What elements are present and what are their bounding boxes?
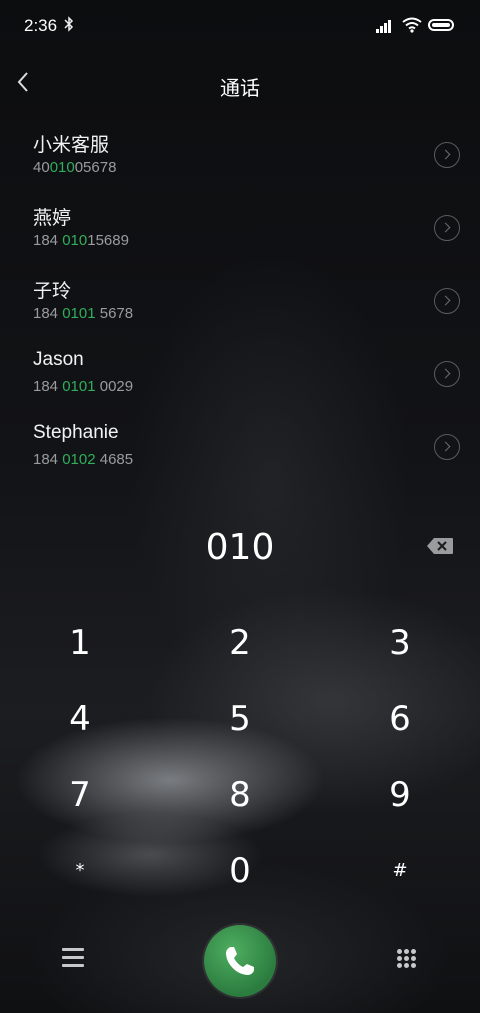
key-2[interactable]: 2 [185,610,295,676]
contact-name: 燕婷 [33,208,72,229]
contact-number: 184 0101 0029 [33,378,134,395]
signal-icon [376,18,394,37]
backspace-button[interactable] [426,537,454,555]
contact-detail-icon[interactable] [434,361,460,387]
contact-detail-icon[interactable] [434,434,460,460]
key-3[interactable]: 3 [345,610,455,676]
menu-icon [62,948,84,967]
wifi-icon [402,17,422,37]
status-bar: 2:36 [0,0,480,54]
key-5[interactable]: 5 [185,686,295,752]
list-item[interactable]: Jason 184 0101 0029 [0,339,480,412]
contact-detail-icon[interactable] [434,288,460,314]
call-button[interactable] [204,925,276,997]
battery-icon [428,19,454,31]
list-item[interactable]: 燕婷 184 01015689 [0,193,480,266]
key-1[interactable]: 1 [25,610,135,676]
contact-match-list: 小米客服 4001005678 燕婷 184 01015689 子玲 184 0… [0,120,480,485]
backspace-icon [427,538,453,554]
contact-name: Stephanie [33,422,119,443]
contact-name: 小米客服 [33,135,110,156]
key-6[interactable]: 6 [345,686,455,752]
key-7[interactable]: 7 [25,762,135,828]
contact-number: 184 0101 5678 [33,305,134,322]
key-9[interactable]: 9 [345,762,455,828]
menu-button[interactable] [62,948,84,968]
contact-number: 184 01015689 [33,232,129,249]
contact-name: 子玲 [33,281,72,302]
key-8[interactable]: 8 [185,762,295,828]
dialed-number-display: 010 [205,527,275,568]
contact-detail-icon[interactable] [434,142,460,168]
dialpad-toggle-button[interactable] [397,949,417,971]
list-item[interactable]: 子玲 184 0101 5678 [0,266,480,339]
page-title: 通话 [220,76,260,100]
key-4[interactable]: 4 [25,686,135,752]
contact-number: 184 0102 4685 [33,451,134,468]
contact-detail-icon[interactable] [434,215,460,241]
bluetooth-icon [64,15,74,37]
list-item[interactable]: Stephanie 184 0102 4685 [0,412,480,485]
status-time: 2:36 [24,16,58,35]
contact-name: Jason [33,349,84,370]
key-0[interactable]: 0 [185,838,295,904]
key-hash[interactable]: # [345,838,455,904]
contact-number: 4001005678 [33,159,117,176]
list-item[interactable]: 小米客服 4001005678 [0,120,480,193]
key-star[interactable]: * [25,838,135,904]
phone-icon [226,947,254,975]
